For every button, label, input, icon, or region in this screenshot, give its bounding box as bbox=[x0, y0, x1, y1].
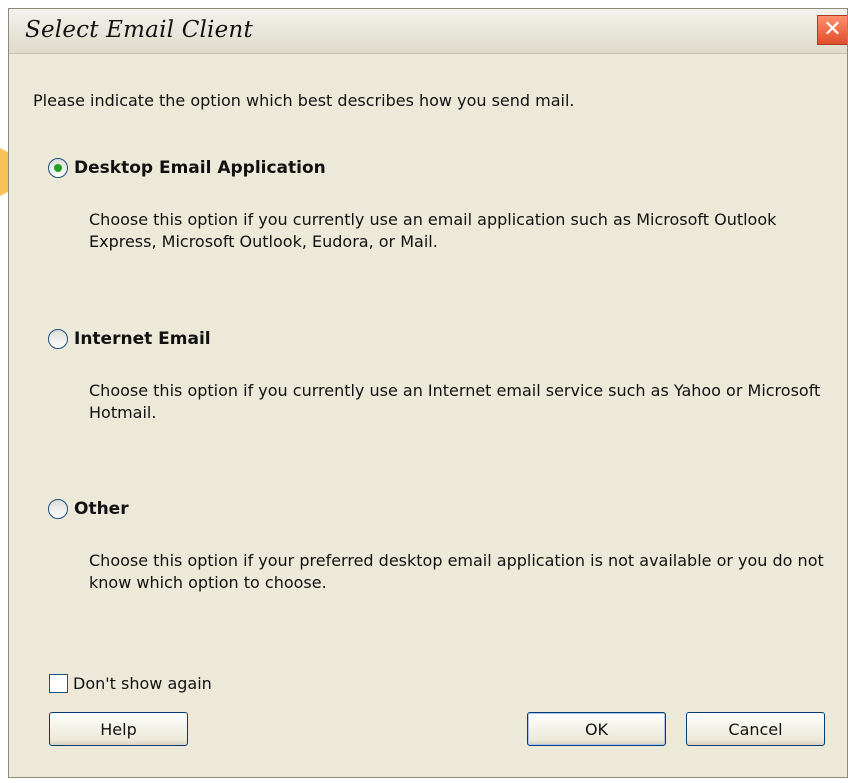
dont-show-again-checkbox[interactable] bbox=[49, 674, 68, 693]
dont-show-again-row[interactable]: Don't show again bbox=[49, 674, 212, 693]
internet-email-label: Internet Email bbox=[74, 329, 211, 349]
ok-button[interactable]: OK bbox=[527, 712, 666, 746]
desktop-email-radio[interactable] bbox=[48, 158, 68, 178]
other-radio[interactable] bbox=[48, 499, 68, 519]
select-email-client-dialog: Select Email Client ✕ Please indicate th… bbox=[8, 8, 848, 778]
radio-selected-dot bbox=[54, 164, 62, 172]
close-button[interactable]: ✕ bbox=[817, 15, 847, 45]
screenshot-page: Select Email Client ✕ Please indicate th… bbox=[0, 0, 848, 783]
other-description: Choose this option if your preferred des… bbox=[89, 551, 824, 592]
dialog-title: Select Email Client bbox=[25, 17, 253, 43]
cancel-button[interactable]: Cancel bbox=[686, 712, 825, 746]
other-label: Other bbox=[74, 499, 129, 519]
option-internet-email[interactable]: Internet Email bbox=[48, 329, 211, 349]
intro-text: Please indicate the option which best de… bbox=[33, 91, 575, 110]
option-other[interactable]: Other bbox=[48, 499, 129, 519]
title-bar[interactable]: Select Email Client ✕ bbox=[9, 9, 847, 54]
desktop-email-label: Desktop Email Application bbox=[74, 158, 326, 178]
dialog-content: Please indicate the option which best de… bbox=[9, 53, 847, 777]
desktop-email-description: Choose this option if you currently use … bbox=[89, 210, 777, 251]
dont-show-again-label: Don't show again bbox=[73, 674, 212, 693]
close-icon: ✕ bbox=[823, 17, 842, 42]
internet-email-description: Choose this option if you currently use … bbox=[89, 381, 821, 422]
help-button[interactable]: Help bbox=[49, 712, 188, 746]
option-desktop-email[interactable]: Desktop Email Application bbox=[48, 158, 326, 178]
internet-email-radio[interactable] bbox=[48, 329, 68, 349]
